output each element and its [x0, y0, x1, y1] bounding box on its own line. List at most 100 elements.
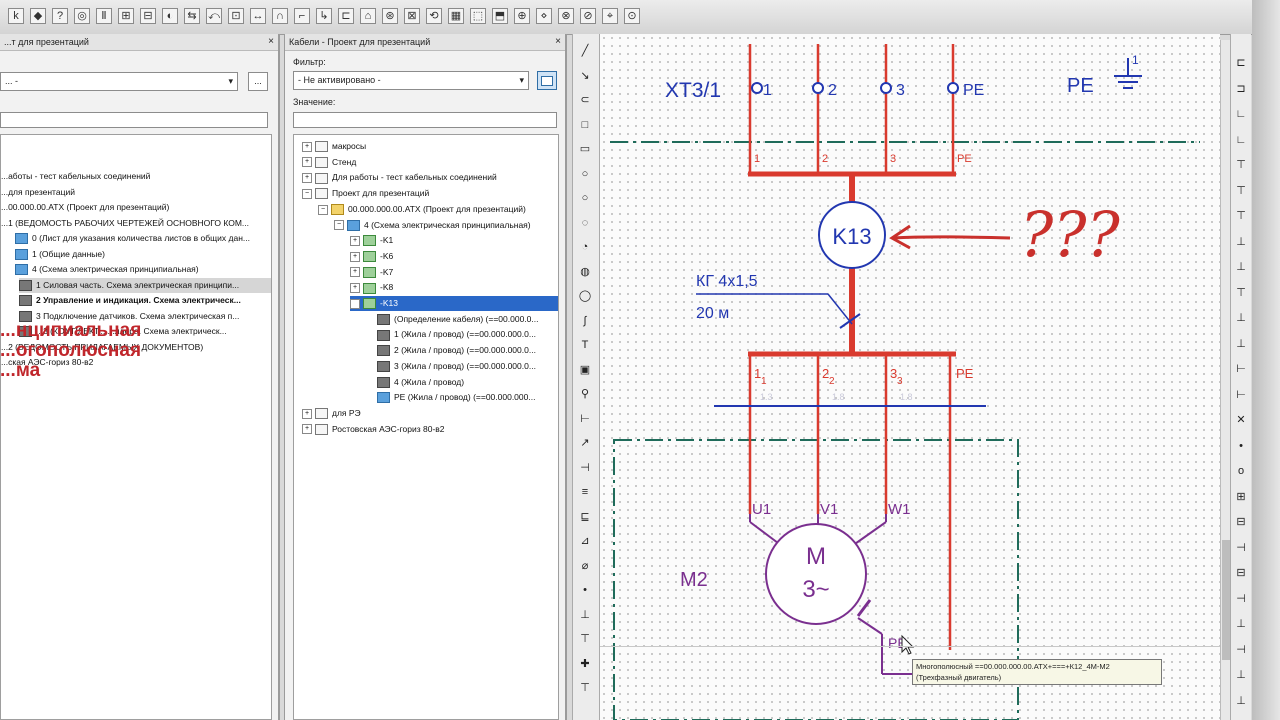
page-tree-item[interactable]: ...аботы - тест кабельных соединений: [1, 169, 150, 184]
scrollbar-thumb[interactable]: [1222, 540, 1230, 660]
page-tree-item[interactable]: ...для презентаций: [1, 185, 75, 200]
right-tool-button[interactable]: ⊥: [1234, 617, 1248, 631]
draw-tool-button[interactable]: ◍: [578, 265, 592, 279]
toolbar-button[interactable]: ◆: [30, 8, 46, 24]
draw-tool-button[interactable]: ↗: [578, 436, 592, 450]
right-tool-button[interactable]: ⊤: [1234, 209, 1248, 223]
draw-tool-button[interactable]: ⊑: [578, 510, 592, 524]
draw-tool-button[interactable]: ⌀: [578, 559, 592, 573]
right-tool-button[interactable]: ⊥: [1234, 235, 1248, 249]
toolbar-button[interactable]: ⊠: [404, 8, 420, 24]
cable-tree-item[interactable]: − -K13: [350, 296, 558, 311]
draw-tool-button[interactable]: ◯: [578, 289, 592, 303]
schematic[interactable]: XT3/1 1 2 3 PE PE 1 1 2 3 PE K13 ??? КГ …: [600, 34, 1220, 720]
filter-select[interactable]: - Не активировано - ▾: [293, 71, 529, 90]
toolbar-button[interactable]: ⊞: [118, 8, 134, 24]
toolbar-button[interactable]: ▦: [448, 8, 464, 24]
expand-icon[interactable]: +: [302, 408, 312, 419]
expand-icon[interactable]: +: [302, 141, 312, 152]
draw-tool-button[interactable]: ▭: [578, 142, 592, 156]
toolbar-button[interactable]: ⊟: [140, 8, 156, 24]
right-tool-button[interactable]: ⊟: [1234, 515, 1248, 529]
right-tool-button[interactable]: ⊐: [1234, 82, 1248, 96]
collapse-icon[interactable]: −: [302, 188, 312, 199]
expand-icon[interactable]: +: [350, 283, 360, 294]
drawing-canvas[interactable]: XT3/1 1 2 3 PE PE 1 1 2 3 PE K13 ??? КГ …: [600, 34, 1220, 720]
draw-tool-button[interactable]: ⊥: [578, 608, 592, 622]
toolbar-button[interactable]: ⊛: [382, 8, 398, 24]
toolbar-button[interactable]: ⊕: [514, 8, 530, 24]
toolbar-button[interactable]: ⊏: [338, 8, 354, 24]
filter-settings-button[interactable]: [537, 71, 557, 90]
cable-tree-item[interactable]: 1 (Жила / провод) (==00.000.000.0...: [366, 327, 536, 342]
draw-tool-button[interactable]: ╱: [578, 44, 592, 58]
right-tool-button[interactable]: ⊥: [1234, 260, 1248, 274]
right-tool-button[interactable]: ⊥: [1234, 311, 1248, 325]
right-tool-button[interactable]: ∟: [1234, 107, 1248, 121]
toolbar-button[interactable]: ⊡: [228, 8, 244, 24]
cable-tree-item[interactable]: + -K8: [350, 280, 393, 295]
cable-tree-item[interactable]: PE (Жила / провод) (==00.000.000...: [366, 390, 535, 405]
draw-tool-button[interactable]: ⊣: [578, 461, 592, 475]
page-tree-item[interactable]: 1 Силовая часть. Схема электрическая при…: [19, 277, 271, 293]
cable-tree-item[interactable]: − 00.000.000.00.АТХ (Проект для презентац…: [318, 202, 526, 217]
toolbar-button[interactable]: ?: [52, 8, 68, 24]
right-tool-button[interactable]: ⊣: [1234, 541, 1248, 555]
cable-tree-item[interactable]: + макросы: [302, 139, 366, 154]
draw-tool-button[interactable]: •: [578, 583, 592, 597]
motor-symbol[interactable]: [765, 523, 867, 625]
toolbar-button[interactable]: ⋄: [536, 8, 552, 24]
cable-tree-item[interactable]: + Для работы - тест кабельных соединений: [302, 170, 497, 185]
draw-tool-button[interactable]: ⊿: [578, 534, 592, 548]
draw-tool-button[interactable]: ⚲: [578, 387, 592, 401]
expand-icon[interactable]: +: [302, 424, 312, 435]
draw-tool-button[interactable]: ◔: [578, 240, 592, 254]
cables-tree[interactable]: + макросы + Стенд + Для работы - тест кабельн…: [293, 134, 559, 720]
pages-filter-select[interactable]: ... - ▾: [0, 72, 238, 91]
expand-icon[interactable]: +: [302, 173, 312, 184]
cable-tree-item[interactable]: − 4 (Схема электрическая принципиальная): [334, 218, 531, 233]
collapse-icon[interactable]: −: [318, 204, 328, 215]
toolbar-button[interactable]: ⌐: [294, 8, 310, 24]
right-tool-button[interactable]: ⊥: [1234, 337, 1248, 351]
right-tool-button[interactable]: ⊤: [1234, 158, 1248, 172]
right-tool-button[interactable]: o: [1234, 464, 1248, 478]
collapse-icon[interactable]: −: [334, 220, 344, 231]
cable-tree-item[interactable]: 2 (Жила / провод) (==00.000.000.0...: [366, 343, 536, 358]
pages-value-input[interactable]: [0, 112, 268, 128]
toolbar-button[interactable]: ⇆: [184, 8, 200, 24]
toolbar-button[interactable]: ⟲: [426, 8, 442, 24]
draw-tool-button[interactable]: ○: [578, 167, 592, 181]
toolbar-button[interactable]: ◐: [162, 8, 178, 24]
pages-tree[interactable]: ...аботы - тест кабельных соединений ...д…: [0, 134, 272, 720]
right-tool-button[interactable]: •: [1234, 439, 1248, 453]
draw-tool-button[interactable]: ≡: [578, 485, 592, 499]
draw-tool-button[interactable]: T: [578, 338, 592, 352]
cable-tree-item[interactable]: + Стенд: [302, 155, 356, 170]
right-tool-button[interactable]: ⊥: [1234, 668, 1248, 682]
expand-icon[interactable]: +: [350, 251, 360, 262]
draw-tool-button[interactable]: ⊤: [578, 632, 592, 646]
draw-tool-button[interactable]: ✚: [578, 657, 592, 671]
toolbar-button[interactable]: ⬚: [470, 8, 486, 24]
toolbar-button[interactable]: ⊗: [558, 8, 574, 24]
draw-tool-button[interactable]: ○: [578, 191, 592, 205]
page-tree-item[interactable]: ...1 (ВЕДОМОСТЬ РАБОЧИХ ЧЕРТЕЖЕЙ ОСНОВНО…: [1, 216, 249, 231]
value-input[interactable]: [293, 112, 557, 128]
close-icon[interactable]: ×: [555, 34, 561, 50]
cable-tree-item[interactable]: + -K7: [350, 265, 393, 280]
toolbar-button[interactable]: Ⅱ: [96, 8, 112, 24]
toolbar-button[interactable]: ◎: [74, 8, 90, 24]
cable-tree-item[interactable]: + Ростовская АЭС-гориз 80-в2: [302, 422, 445, 437]
right-tool-button[interactable]: ⊢: [1234, 388, 1248, 402]
right-tool-button[interactable]: ⊤: [1234, 184, 1248, 198]
cable-tree-item[interactable]: 4 (Жила / провод): [366, 375, 464, 390]
toolbar-button[interactable]: ⌂: [360, 8, 376, 24]
draw-tool-button[interactable]: ◌: [578, 216, 592, 230]
draw-tool-button[interactable]: ⊢: [578, 412, 592, 426]
draw-tool-button[interactable]: ⊤: [578, 681, 592, 695]
page-tree-item[interactable]: ...00.000.00.АТХ (Проект для презентаций…: [1, 200, 169, 215]
page-tree-item[interactable]: 1 (Общие данные): [15, 247, 105, 262]
toolbar-button[interactable]: ↳: [316, 8, 332, 24]
toolbar-button[interactable]: ↔: [250, 8, 266, 24]
